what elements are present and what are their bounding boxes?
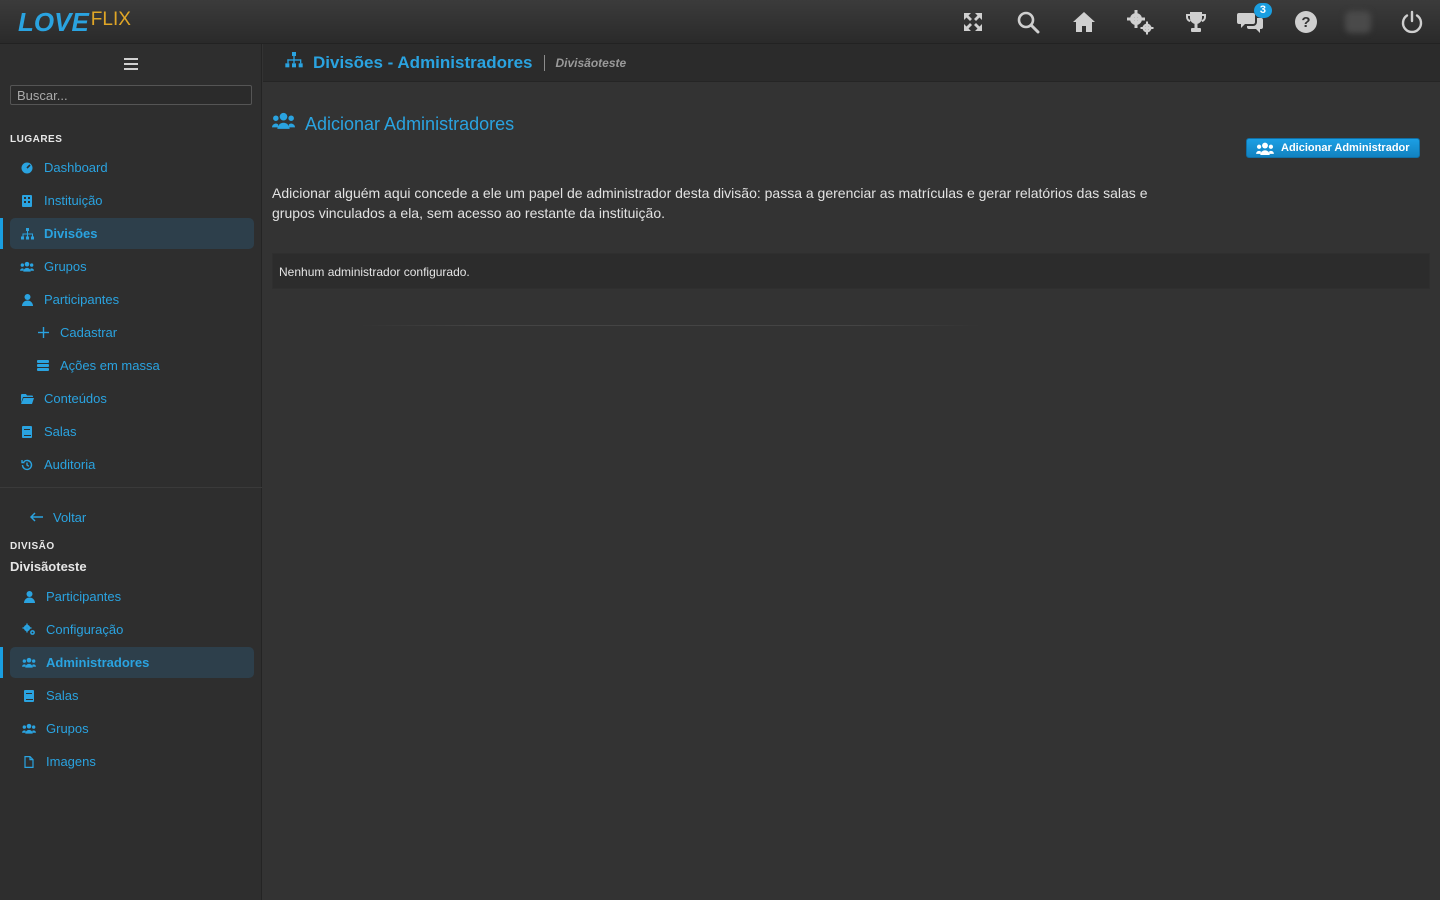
svg-text:?: ?: [1301, 14, 1310, 31]
history-icon: [20, 458, 34, 472]
sidebar-item-label: Dashboard: [44, 160, 108, 175]
menu-toggle-icon[interactable]: [124, 58, 138, 72]
sidebar-item-divisoes[interactable]: Divisões: [10, 218, 254, 249]
logo[interactable]: LOVE FLIX: [18, 7, 131, 37]
user-icon: [20, 293, 34, 307]
sidebar-item-label: Salas: [46, 688, 79, 703]
sidebar-item-label: Instituição: [44, 193, 103, 208]
sidebar-search-input[interactable]: [10, 85, 252, 105]
active-indicator: [0, 647, 3, 678]
division-item-salas[interactable]: Salas: [10, 680, 254, 711]
sidebar-item-label: Auditoria: [44, 457, 96, 472]
sidebar: LUGARES Dashboard Instituição Divisões G…: [0, 44, 262, 900]
users-icon: [272, 112, 295, 134]
chat-icon[interactable]: 3: [1236, 3, 1272, 36]
places-section-label: LUGARES: [10, 134, 63, 145]
add-administrator-button[interactable]: Adicionar Administrador: [1246, 138, 1420, 158]
sidebar-item-label: Cadastrar: [60, 325, 118, 340]
sidebar-item-instituicao[interactable]: Instituição: [10, 185, 254, 216]
add-administrator-label: Adicionar Administrador: [1281, 142, 1410, 154]
division-item-administradores[interactable]: Administradores: [10, 647, 254, 678]
sidebar-item-acoes-em-massa[interactable]: Ações em massa: [10, 350, 254, 381]
back-link[interactable]: Voltar: [29, 510, 87, 525]
home-icon[interactable]: [1070, 8, 1098, 36]
page-header-subtitle: Divisãoteste: [555, 55, 627, 70]
user-icon: [22, 590, 36, 604]
folder-icon: [20, 392, 34, 406]
sidebar-item-participantes[interactable]: Participantes: [10, 284, 254, 315]
sitemap-icon: [20, 227, 34, 241]
sidebar-item-label: Grupos: [44, 259, 87, 274]
sidebar-item-label: Conteúdos: [44, 391, 107, 406]
breadcrumb-separator: [543, 54, 545, 71]
fullscreen-icon[interactable]: [959, 8, 987, 36]
empty-state-message: Nenhum administrador configurado.: [272, 253, 1430, 289]
settings-icon: [22, 623, 36, 637]
users-icon: [22, 722, 36, 736]
search-icon[interactable]: [1014, 8, 1042, 36]
plus-icon: [36, 326, 50, 340]
users-icon: [22, 656, 36, 670]
arrow-left-icon: [29, 510, 43, 525]
top-bar: LOVE FLIX 3 ?: [0, 0, 1440, 44]
sidebar-divider: [0, 487, 262, 488]
users-icon: [1256, 142, 1274, 155]
dashboard-icon: [20, 161, 34, 175]
sidebar-item-grupos[interactable]: Grupos: [10, 251, 254, 282]
file-icon: [22, 755, 36, 769]
sidebar-item-label: Configuração: [46, 622, 124, 637]
building-icon: [20, 194, 34, 208]
avatar[interactable]: [1344, 8, 1372, 36]
settings-icon[interactable]: [1126, 8, 1154, 36]
sidebar-item-conteudos[interactable]: Conteúdos: [10, 383, 254, 414]
section-title: Adicionar Administradores: [272, 110, 514, 135]
sidebar-item-salas[interactable]: Salas: [10, 416, 254, 447]
help-icon[interactable]: ?: [1292, 8, 1320, 36]
sidebar-item-auditoria[interactable]: Auditoria: [10, 449, 254, 480]
sidebar-item-label: Salas: [44, 424, 77, 439]
power-icon[interactable]: [1398, 8, 1426, 36]
book-icon: [22, 689, 36, 703]
sidebar-item-label: Grupos: [46, 721, 89, 736]
division-name: Divisãoteste: [10, 559, 87, 574]
separator-line: [360, 325, 980, 326]
sidebar-item-dashboard[interactable]: Dashboard: [10, 152, 254, 183]
book-icon: [20, 425, 34, 439]
sidebar-item-label: Divisões: [44, 226, 98, 241]
users-icon: [20, 260, 34, 274]
division-item-grupos[interactable]: Grupos: [10, 713, 254, 744]
sidebar-item-label: Participantes: [44, 292, 120, 307]
description-text: Adicionar alguém aqui concede a ele um p…: [272, 185, 1148, 221]
division-section-label: DIVISÃO: [10, 541, 55, 552]
page-header-title: Divisões - Administradores: [313, 52, 533, 72]
sitemap-icon: [285, 52, 303, 73]
active-indicator: [0, 218, 3, 249]
division-item-configuracao[interactable]: Configuração: [10, 614, 254, 645]
sidebar-item-cadastrar[interactable]: Cadastrar: [10, 317, 254, 348]
back-label: Voltar: [53, 510, 87, 525]
division-item-participantes[interactable]: Participantes: [10, 581, 254, 612]
sidebar-item-label: Imagens: [46, 754, 96, 769]
logo-flix: FLIX: [90, 9, 131, 30]
sidebar-item-label: Participantes: [46, 589, 122, 604]
trophy-icon[interactable]: [1182, 8, 1210, 36]
sidebar-item-label: Ações em massa: [60, 358, 160, 373]
page-header: Divisões - Administradores Divisãoteste: [263, 44, 1440, 82]
layers-icon: [36, 359, 50, 373]
sidebar-item-label: Administradores: [46, 655, 150, 670]
division-item-imagens[interactable]: Imagens: [10, 746, 254, 777]
chat-badge: 3: [1253, 3, 1272, 18]
logo-love: LOVE: [18, 7, 89, 37]
section-title-text: Adicionar Administradores: [305, 114, 515, 134]
